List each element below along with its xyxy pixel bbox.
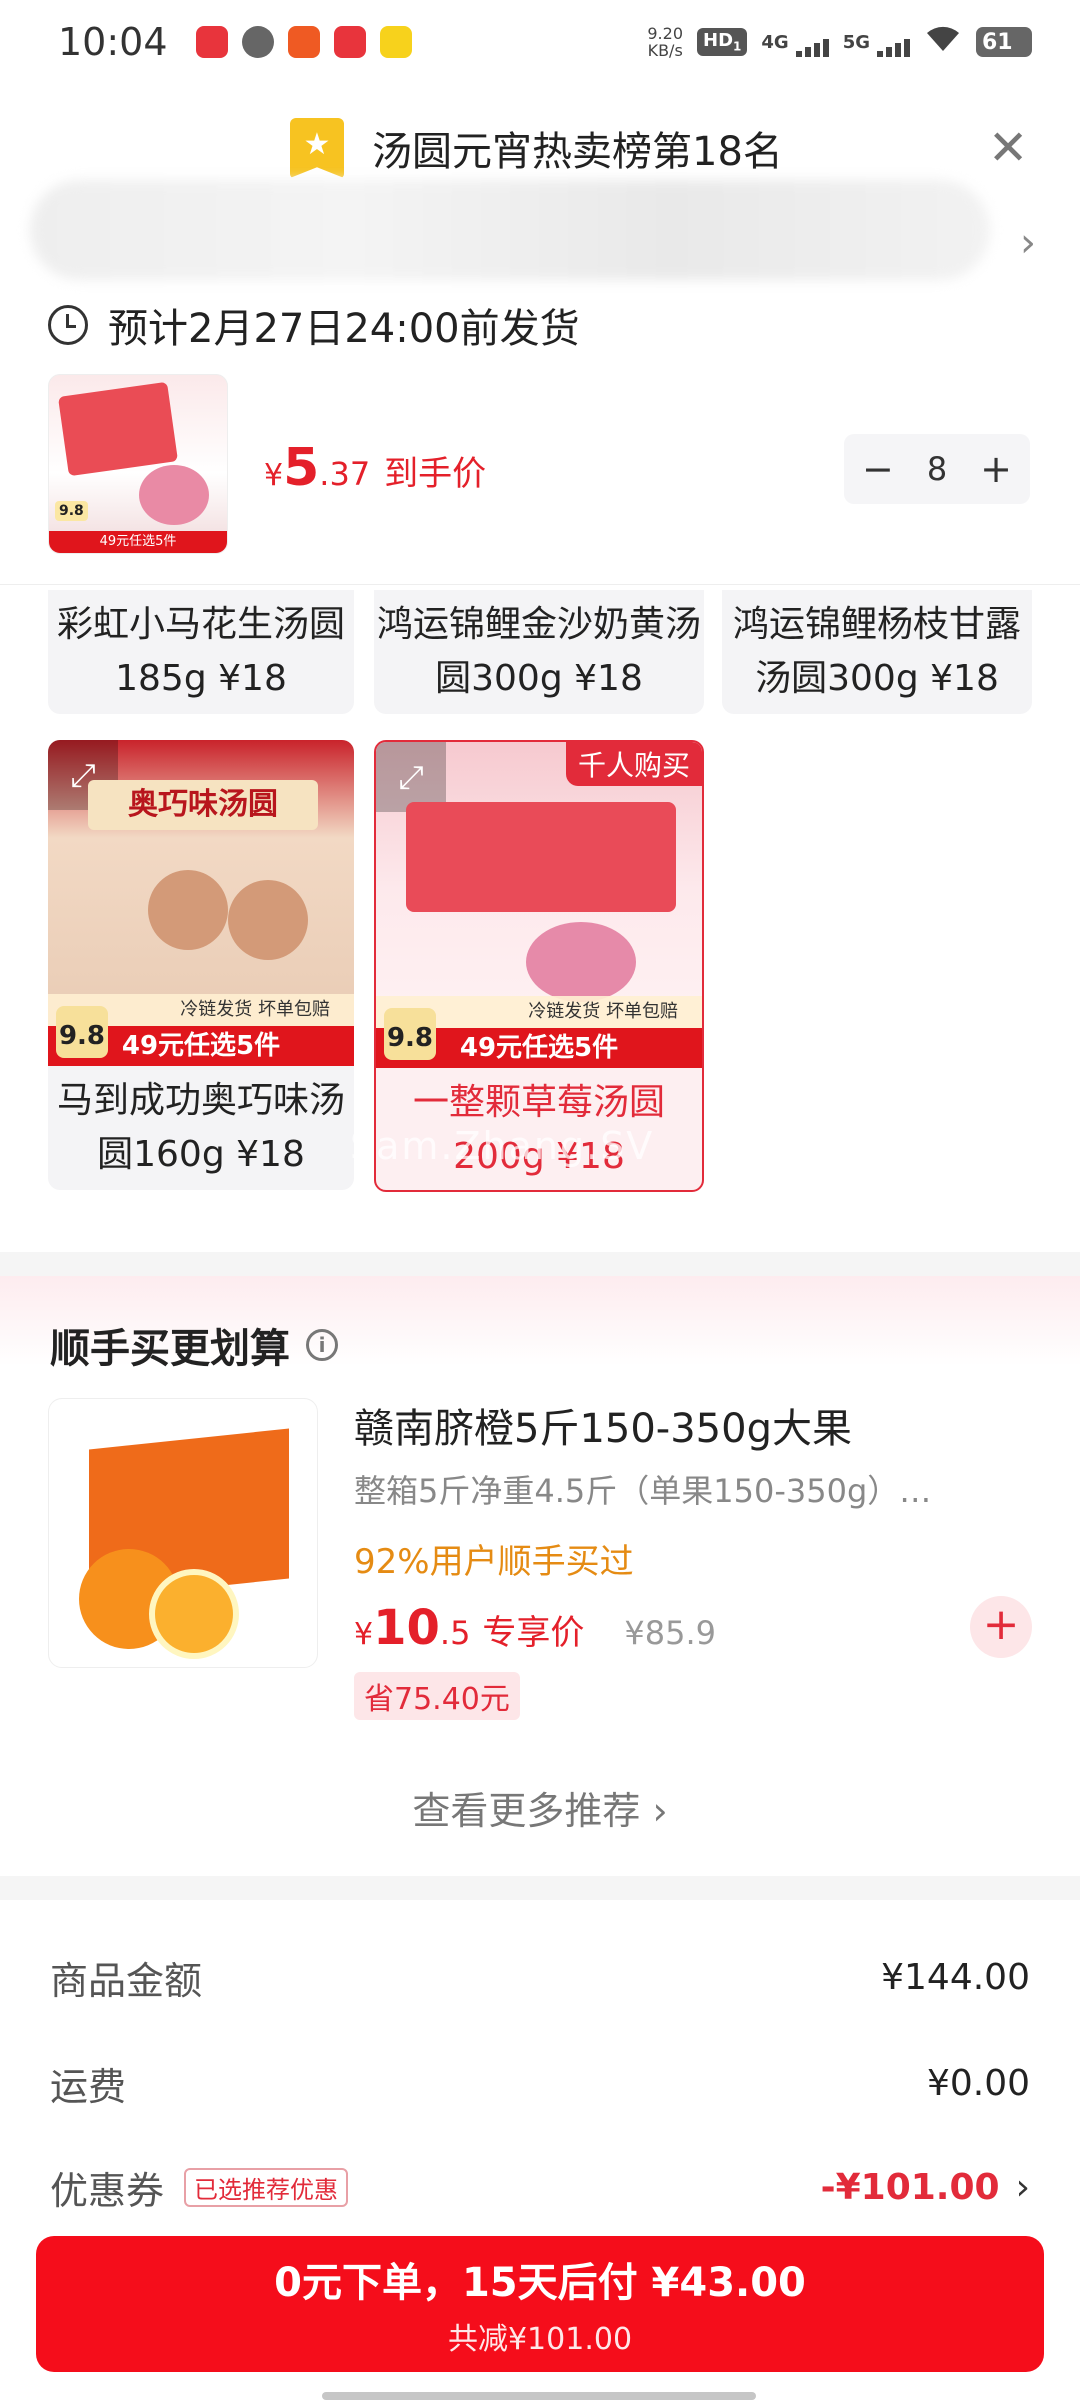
minus-button[interactable]: − — [862, 447, 894, 491]
quantity-stepper[interactable]: − 8 + — [844, 434, 1030, 504]
freight-amount: ¥0.00 — [926, 2063, 1030, 2104]
ranking-text: 汤圆元宵热卖榜第18名 — [372, 129, 783, 175]
product-option-title: 奥巧味汤圆 — [88, 780, 318, 830]
plus-button[interactable]: + — [980, 447, 1012, 491]
app-notification-icon — [333, 26, 366, 58]
section-title: 顺手买更划算 i — [50, 1316, 338, 1374]
product-option-name: 彩虹小马花生汤圆185g ¥18 — [56, 604, 345, 699]
clock-time: 10:04 — [58, 20, 168, 64]
product-option-name: 马到成功奥巧味汤圆160g ¥18 — [56, 1080, 345, 1175]
app-notification-icon — [287, 26, 320, 58]
network-speed: 9.20 KB/s — [647, 24, 683, 60]
star-bookmark-icon: ★ — [290, 118, 344, 178]
recommend-product-desc: 整箱5斤净重4.5斤（单果150-350g）… — [354, 1472, 932, 1510]
blurred-address — [30, 180, 990, 280]
coupon-tag: 已选推荐优惠 — [184, 2168, 349, 2207]
recommend-product-name[interactable]: 赣南脐橙5斤150-350g大果 — [354, 1396, 852, 1454]
add-to-cart-button[interactable]: + — [970, 1596, 1032, 1658]
final-price: ¥ 5 .37 到手价 — [264, 438, 487, 498]
app-notification-icon — [379, 26, 412, 58]
product-option-card[interactable]: 鸿运锦鲤杨枝甘露汤圆300g ¥18 — [722, 590, 1032, 714]
submit-order-button[interactable]: 0元下单，15天后付 ¥43.00 共减¥101.00 — [36, 2236, 1044, 2372]
signal-5g-icon: 5G — [843, 32, 910, 57]
battery-icon: 61 — [976, 27, 1032, 57]
notification-icons — [195, 26, 412, 58]
section-gap — [0, 1252, 1080, 1276]
watermark: Sam.Zhang.SV — [350, 1124, 655, 1168]
product-option-name: 鸿运锦鲤杨枝甘露汤圆300g ¥18 — [732, 604, 1021, 699]
ranking-banner[interactable]: ★ 汤圆元宵热卖榜第18名 — [290, 118, 783, 178]
recommend-price: ¥ 10 .5 专享价 ¥85.9 — [354, 1600, 717, 1656]
product-option-image: ⤢ 奥巧味汤圆 冷链发货 坏单包赔 49元任选5件 9.8 — [48, 740, 354, 1066]
recommend-section: 顺手买更划算 i 赣南脐橙5斤150-350g大果 整箱5斤净重4.5斤（单果1… — [0, 1276, 1080, 1866]
recommend-product-image[interactable] — [48, 1398, 318, 1668]
home-indicator[interactable] — [322, 2392, 756, 2400]
promo-band: 49元任选5件 — [49, 531, 227, 553]
chevron-right-icon: › — [1015, 2167, 1030, 2208]
app-notification-icon — [195, 26, 228, 58]
product-option-card[interactable]: 鸿运锦鲤金沙奶黄汤圆300g ¥18 — [374, 590, 704, 714]
activity-price-badge: 9.8 — [55, 501, 88, 521]
product-option-card[interactable]: 彩虹小马花生汤圆185g ¥18 — [48, 590, 354, 714]
coupon-row[interactable]: 优惠券 已选推荐优惠 -¥101.00 › — [50, 2160, 1030, 2215]
hot-sale-tag: 千人购买 — [565, 742, 702, 786]
clock-icon — [48, 305, 88, 345]
address-row[interactable]: › — [20, 170, 1036, 290]
product-thumbnail[interactable]: 9.8 49元任选5件 — [48, 374, 228, 554]
product-option-card[interactable]: ⤢ 奥巧味汤圆 冷链发货 坏单包赔 49元任选5件 9.8 马到成功奥巧味汤圆1… — [48, 740, 354, 1190]
app-notification-icon — [241, 26, 274, 58]
original-price: ¥85.9 — [624, 1614, 717, 1652]
quantity-value[interactable]: 8 — [927, 450, 947, 488]
signal-4g-icon: 4G — [761, 32, 829, 57]
goods-amount-row: 商品金额 ¥144.00 — [50, 1957, 1030, 2003]
wifi-icon — [924, 23, 962, 61]
status-bar: 10:04 9.20 KB/s HD1 4G 5G 61 — [0, 0, 1080, 84]
divider — [0, 584, 1080, 585]
product-option-name: 鸿运锦鲤金沙奶黄汤圆300g ¥18 — [376, 604, 701, 699]
product-option-image: ⤢ 千人购买 冷链发货 坏单包赔 49元任选5件 9.8 — [376, 742, 702, 1068]
goods-amount: ¥144.00 — [881, 1957, 1030, 1998]
freight-row: 运费 ¥0.00 — [50, 2063, 1030, 2109]
hd-voice-icon: HD1 — [697, 28, 748, 56]
close-icon[interactable]: ✕ — [988, 124, 1028, 172]
coupon-amount: -¥101.00 — [820, 2167, 1000, 2208]
shipping-estimate: 预计2月27日24:00前发货 — [48, 296, 580, 354]
chevron-right-icon: › — [1020, 220, 1036, 266]
info-icon[interactable]: i — [306, 1329, 338, 1361]
recommend-bought-rate: 92%用户顺手买过 — [354, 1542, 634, 1582]
section-gap — [0, 1876, 1080, 1900]
savings-badge: 省75.40元 — [354, 1672, 520, 1720]
see-more-button[interactable]: 查看更多推荐 › — [0, 1780, 1080, 1835]
